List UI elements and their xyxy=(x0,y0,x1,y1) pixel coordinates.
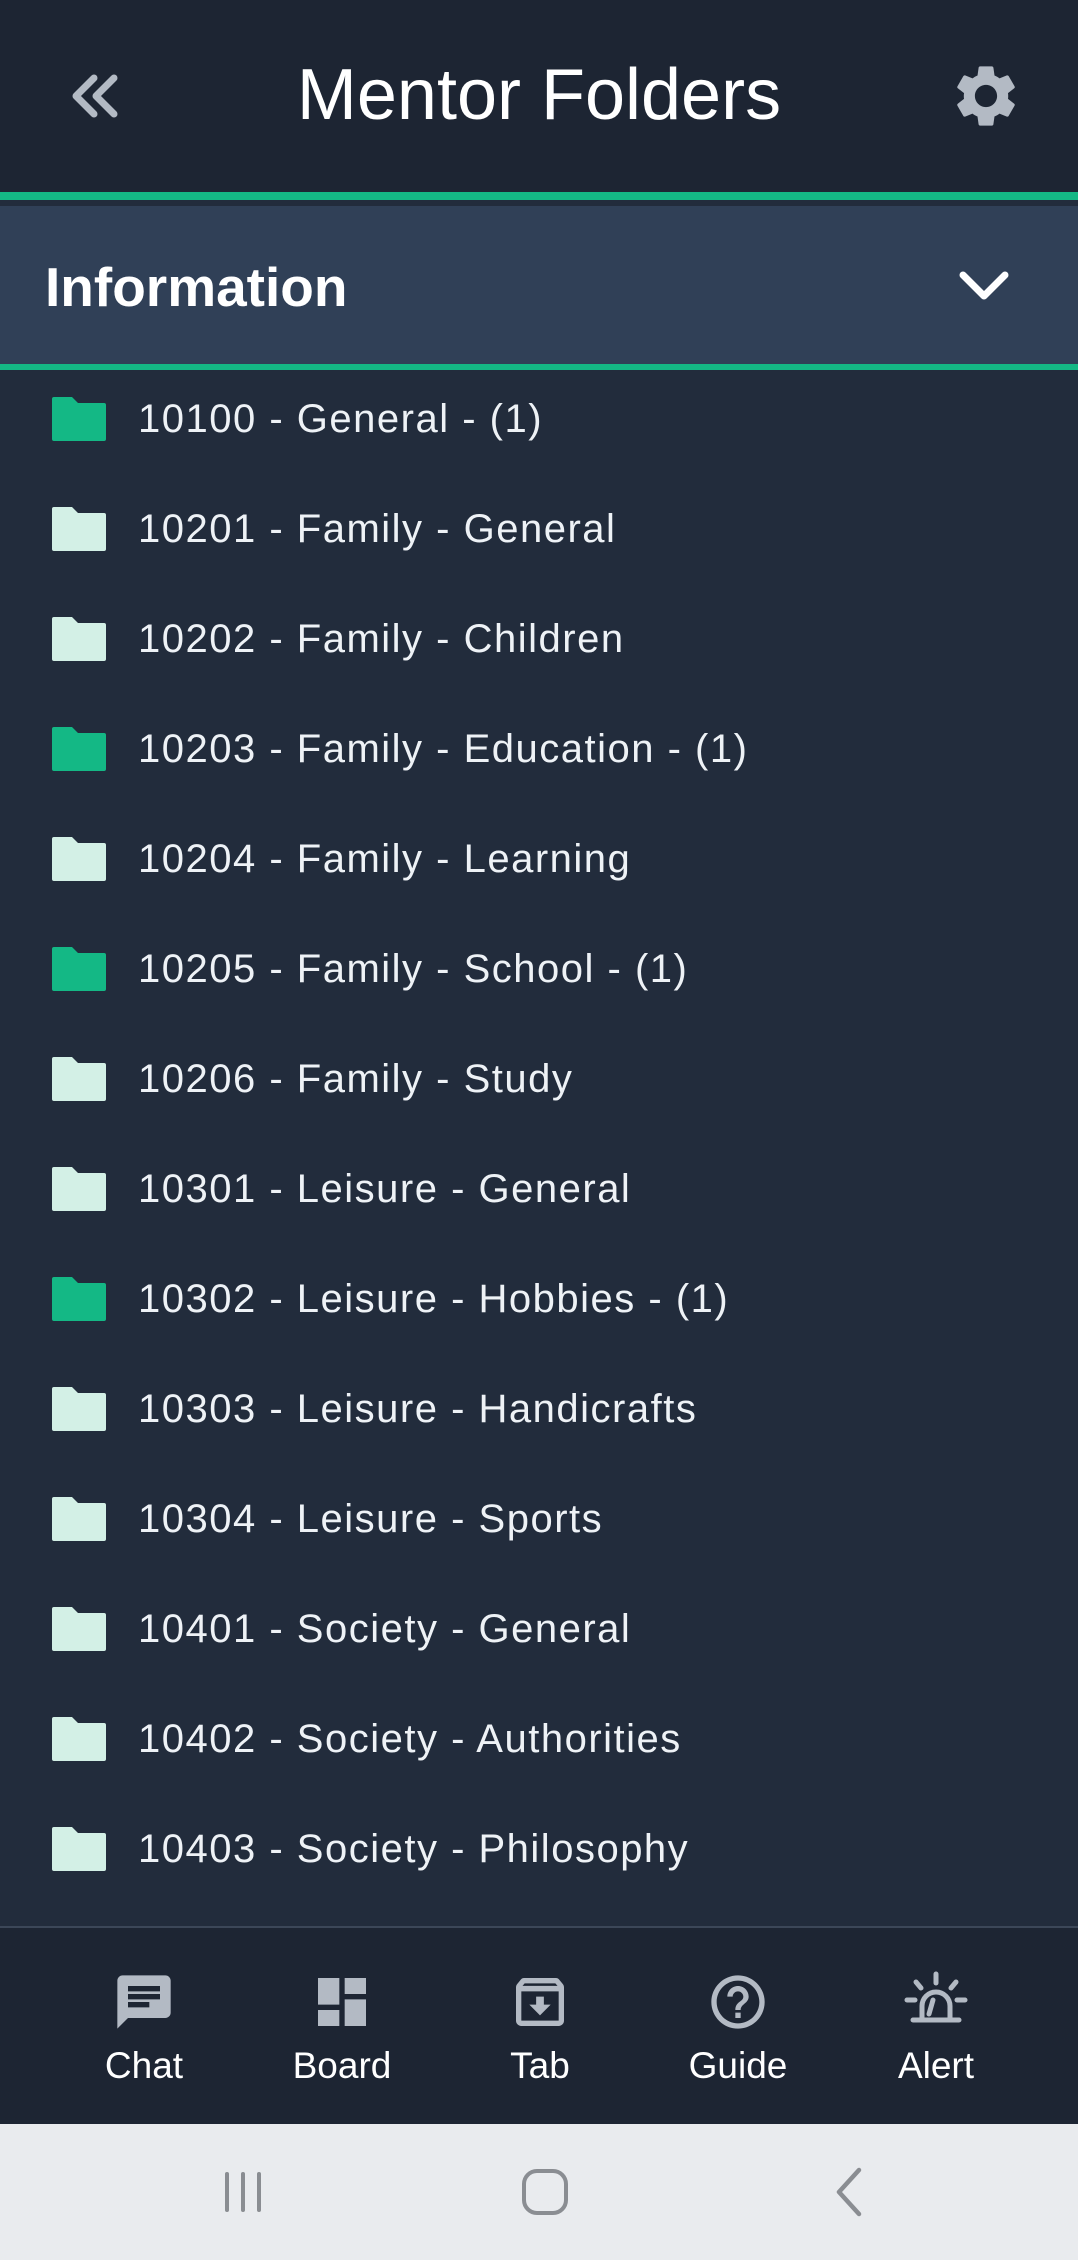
folder-item[interactable]: 10203 - Family - Education - (1) xyxy=(0,694,1078,804)
folder-label: 10403 - Society - Philosophy xyxy=(138,1826,690,1871)
folder-label: 10202 - Family - Children xyxy=(138,616,625,661)
folder-list: 10100 - General - (1) 10201 - Family - Ge… xyxy=(0,372,1078,1926)
section-title: Information xyxy=(45,256,348,318)
folder-icon xyxy=(52,1387,106,1431)
folder-label: 10302 - Leisure - Hobbies - (1) xyxy=(138,1276,730,1321)
recents-icon xyxy=(225,2172,261,2212)
folder-item[interactable]: 10304 - Leisure - Sports xyxy=(0,1464,1078,1574)
nav-label: Board xyxy=(292,2045,392,2086)
nav-board[interactable]: Board xyxy=(243,1928,441,2124)
folder-item[interactable]: 10205 - Family - School - (1) xyxy=(0,914,1078,1024)
page-title: Mentor Folders xyxy=(296,55,782,135)
folder-item[interactable]: 10403 - Society - Philosophy xyxy=(0,1794,1078,1904)
folder-label: 10206 - Family - Study xyxy=(138,1056,574,1101)
information-section-header[interactable]: Information xyxy=(0,206,1078,364)
app-root: Mentor Folders Information 10100 - Gener… xyxy=(0,0,1078,2260)
folder-label: 10100 - General - (1) xyxy=(138,396,544,441)
help-icon xyxy=(639,1970,837,2034)
chevron-down-icon xyxy=(959,271,1009,300)
folder-label: 10205 - Family - School - (1) xyxy=(138,946,689,991)
folder-label: 10201 - Family - General xyxy=(138,506,617,551)
siren-icon xyxy=(837,1970,1035,2034)
folder-icon xyxy=(52,1057,106,1101)
collapse-toggle[interactable] xyxy=(946,252,1022,318)
folder-label: 10304 - Leisure - Sports xyxy=(138,1496,604,1541)
bottom-navigation: Chat Board Tab Guide Alert xyxy=(0,1926,1078,2124)
folder-icon xyxy=(52,397,106,441)
nav-label: Tab xyxy=(510,2045,570,2086)
folder-label: 10303 - Leisure - Handicrafts xyxy=(138,1386,698,1431)
folder-icon xyxy=(52,837,106,881)
recents-button[interactable] xyxy=(198,2152,288,2232)
folder-icon xyxy=(52,1827,106,1871)
folder-label: 10402 - Society - Authorities xyxy=(138,1716,682,1761)
nav-chat[interactable]: Chat xyxy=(45,1928,243,2124)
folder-item[interactable]: 10204 - Family - Learning xyxy=(0,804,1078,914)
system-back-button[interactable] xyxy=(804,2152,894,2232)
folder-label: 10204 - Family - Learning xyxy=(138,836,632,881)
settings-button[interactable] xyxy=(944,54,1028,138)
header-divider xyxy=(0,192,1078,200)
folder-item[interactable]: 10201 - Family - General xyxy=(0,474,1078,584)
nav-alert[interactable]: Alert xyxy=(837,1928,1035,2124)
folder-item[interactable]: 10301 - Leisure - General xyxy=(0,1134,1078,1244)
folder-icon xyxy=(52,1717,106,1761)
top-app-bar: Mentor Folders xyxy=(0,0,1078,192)
dashboard-icon xyxy=(243,1970,441,2034)
folder-icon xyxy=(52,617,106,661)
folder-icon xyxy=(52,1167,106,1211)
home-button[interactable] xyxy=(500,2152,590,2232)
folder-item[interactable]: 10100 - General - (1) xyxy=(0,372,1078,474)
folder-label: 10401 - Society - General xyxy=(138,1606,632,1651)
section-divider xyxy=(0,364,1078,370)
folder-item[interactable]: 10402 - Society - Authorities xyxy=(0,1684,1078,1794)
nav-label: Chat xyxy=(104,2045,184,2086)
nav-label: Guide xyxy=(688,2045,788,2086)
archive-icon xyxy=(441,1970,639,2034)
folder-icon xyxy=(52,727,106,771)
gear-icon xyxy=(957,66,1015,126)
folder-icon xyxy=(52,947,106,991)
back-icon xyxy=(836,2167,862,2217)
folder-item[interactable]: 10206 - Family - Study xyxy=(0,1024,1078,1134)
nav-label: Alert xyxy=(897,2045,975,2086)
folder-label: 10301 - Leisure - General xyxy=(138,1166,632,1211)
folder-icon xyxy=(52,1607,106,1651)
folder-label: 10203 - Family - Education - (1) xyxy=(138,726,749,771)
folder-icon xyxy=(52,1497,106,1541)
folder-item[interactable]: 10303 - Leisure - Handicrafts xyxy=(0,1354,1078,1464)
nav-tab[interactable]: Tab xyxy=(441,1928,639,2124)
folder-item[interactable]: 10202 - Family - Children xyxy=(0,584,1078,694)
home-icon xyxy=(522,2169,568,2215)
system-navigation-bar xyxy=(0,2124,1078,2260)
folder-icon xyxy=(52,507,106,551)
folder-icon xyxy=(52,1277,106,1321)
chat-icon xyxy=(45,1970,243,2034)
folder-item[interactable]: 10401 - Society - General xyxy=(0,1574,1078,1684)
nav-guide[interactable]: Guide xyxy=(639,1928,837,2124)
folder-item[interactable]: 10302 - Leisure - Hobbies - (1) xyxy=(0,1244,1078,1354)
